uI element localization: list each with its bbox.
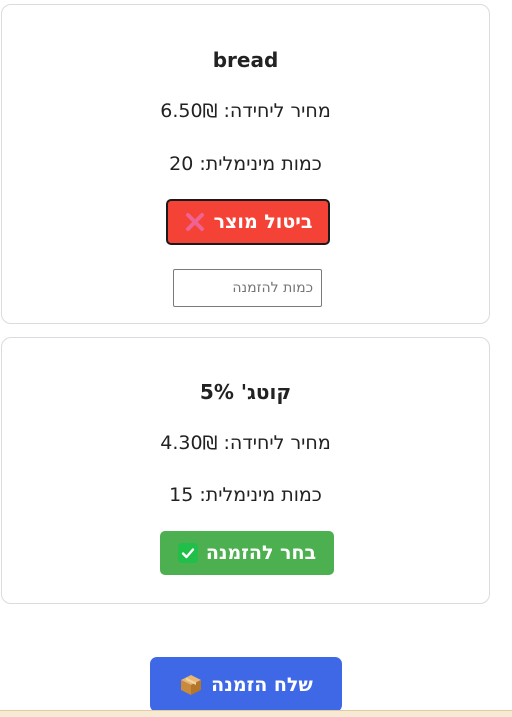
product-min-quantity: כמות מינימלית: 15 <box>169 484 322 506</box>
select-for-order-button[interactable]: בחר להזמנה <box>160 531 334 575</box>
check-icon <box>177 543 198 563</box>
product-price: מחיר ליחידה: 4.30₪ <box>160 432 331 454</box>
cancel-product-label: ביטול מוצר <box>213 211 313 233</box>
package-icon <box>179 673 203 697</box>
product-min-quantity: כמות מינימלית: 20 <box>169 153 322 175</box>
x-icon <box>184 211 206 233</box>
cancel-product-button[interactable]: ביטול מוצר <box>166 199 330 245</box>
send-order-button[interactable]: שלח הזמנה <box>150 657 342 712</box>
select-for-order-label: בחר להזמנה <box>205 542 317 564</box>
product-card: bread מחיר ליחידה: 6.50₪ כמות מינימלית: … <box>1 4 490 324</box>
product-name: bread <box>212 48 279 72</box>
product-price: מחיר ליחידה: 6.50₪ <box>160 100 331 122</box>
product-card: קוטג' 5% מחיר ליחידה: 4.30₪ כמות מינימלי… <box>1 337 490 604</box>
send-order-label: שלח הזמנה <box>211 673 313 696</box>
order-quantity-input[interactable] <box>173 269 322 307</box>
product-name: קוטג' 5% <box>199 380 292 404</box>
